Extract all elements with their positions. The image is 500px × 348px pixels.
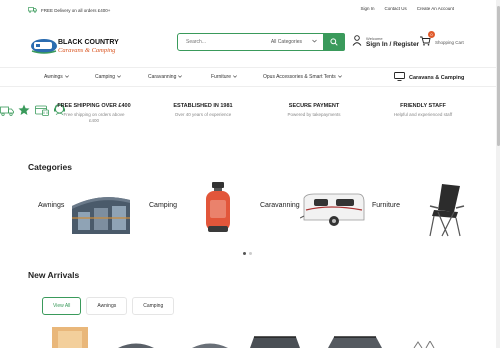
nav-item-label: Camping (95, 74, 116, 80)
feature-title: SECURE PAYMENT (288, 103, 340, 109)
category-label: Caravanning (260, 202, 300, 209)
sign-in-link[interactable]: Sign In (360, 6, 374, 11)
gas-bottle-image (206, 182, 230, 232)
nav-item-camping[interactable]: Camping (95, 74, 121, 80)
truck-icon (0, 103, 18, 120)
account-link[interactable]: Welcome Sign In / Register (352, 33, 419, 51)
chair-image (429, 184, 465, 237)
product-image[interactable] (250, 335, 300, 348)
logo-text-bottom: Caravans & Camping (58, 47, 116, 54)
chevron-down-icon (64, 74, 69, 80)
cart-count-badge: 0 (428, 31, 435, 38)
scrollbar-thumb[interactable] (496, 6, 500, 146)
product-image[interactable] (328, 335, 382, 348)
product-image[interactable] (50, 327, 90, 348)
category-card-furniture[interactable]: Furniture (372, 180, 477, 240)
category-label: Awnings (38, 202, 65, 209)
site-logo[interactable]: BLACK COUNTRY Caravans & Camping (30, 35, 130, 57)
new-arrivals-products (42, 325, 462, 348)
main-nav: Awnings Camping Caravanning Furniture Op… (0, 67, 496, 87)
feature-title: FREE SHIPPING OVER £400 (57, 103, 131, 109)
product-image[interactable] (192, 341, 228, 348)
chevron-down-icon (178, 74, 183, 80)
create-account-link[interactable]: Create An Account (417, 6, 454, 11)
nav-featured-label: Caravans & Camping (409, 74, 465, 81)
category-card-caravanning[interactable]: Caravanning (260, 180, 365, 240)
tab-awnings[interactable]: Awnings (86, 297, 128, 315)
categories-heading: Categories (28, 162, 72, 172)
carousel-pagination (243, 252, 252, 255)
star-icon (18, 103, 34, 120)
search-category-label: All Categories (270, 39, 302, 45)
category-label: Camping (149, 202, 178, 209)
chevron-down-icon (337, 74, 342, 80)
tab-view-all[interactable]: View All (42, 297, 82, 315)
account-sign-in-register: Sign In / Register (366, 41, 420, 48)
search-category-select[interactable]: All Categories (271, 39, 323, 45)
tab-camping[interactable]: Camping (132, 297, 175, 315)
new-arrivals-heading: New Arrivals (28, 270, 80, 280)
chevron-down-icon (117, 74, 121, 80)
carousel-dot-active[interactable] (243, 252, 246, 255)
delivery-text: FREE Delivery on all orders £400+ (41, 7, 111, 13)
feature-established: ESTABLISHED IN 1981 Over 40 years of exp… (164, 103, 242, 118)
category-label: Furniture (372, 202, 401, 209)
logo-text-top: BLACK COUNTRY (58, 39, 119, 46)
cart-label: Shopping Cart (435, 39, 464, 45)
page-scrollbar[interactable] (496, 0, 500, 348)
nav-item-caravanning[interactable]: Caravanning (148, 74, 183, 80)
monitor-icon (394, 72, 405, 83)
truck-icon (28, 6, 37, 14)
feature-secure-payment: SECURE PAYMENT Powered by takepayments (274, 103, 354, 118)
feature-friendly-staff: FRIENDLY STAFF Helpful and experienced s… (380, 103, 466, 118)
product-image[interactable] (118, 341, 154, 348)
feature-description-line2: £400 (88, 118, 99, 123)
category-card-awnings[interactable]: Awnings (28, 180, 133, 240)
features-strip: FREE SHIPPING OVER £400 Free shipping on… (0, 103, 496, 133)
search-button[interactable] (323, 33, 345, 51)
delivery-notice: FREE Delivery on all orders £400+ (28, 6, 111, 14)
feature-description: Over 40 years of experience (174, 112, 232, 117)
chevron-down-icon (233, 74, 237, 80)
nav-item-opus-accessories[interactable]: Opus Accessories & Smart Tents (263, 74, 342, 80)
nav-item-furniture[interactable]: Furniture (211, 74, 237, 80)
nav-item-label: Opus Accessories & Smart Tents (263, 74, 336, 80)
search-icon (330, 33, 338, 51)
nav-featured-caravans-camping[interactable]: Caravans & Camping (394, 72, 464, 83)
user-icon (352, 33, 362, 51)
categories-carousel: Awnings Camping Caravanning Furniture (28, 180, 468, 240)
category-card-camping[interactable]: Camping (144, 180, 249, 240)
new-arrivals-tabs: View All Awnings Camping (42, 297, 175, 315)
awning-image (72, 197, 130, 234)
feature-description: Helpful and experienced staff (393, 112, 453, 117)
nav-item-label: Caravanning (148, 74, 177, 80)
nav-item-awnings[interactable]: Awnings (44, 74, 69, 80)
contact-us-link[interactable]: Contact Us (384, 6, 406, 11)
product-image[interactable] (412, 341, 442, 348)
search-input[interactable] (178, 39, 271, 45)
chevron-down-icon (312, 39, 317, 45)
top-bar: FREE Delivery on all orders £400+ Sign I… (0, 0, 500, 20)
caravan-image (300, 193, 365, 226)
search-bar: All Categories (177, 33, 345, 51)
carousel-dot[interactable] (249, 252, 252, 255)
nav-item-label: Awnings (44, 74, 63, 80)
feature-title: FRIENDLY STAFF (400, 103, 446, 109)
nav-item-label: Furniture (211, 74, 232, 80)
feature-description: Powered by takepayments (287, 112, 341, 117)
feature-title: ESTABLISHED IN 1981 (173, 103, 233, 109)
feature-free-shipping: FREE SHIPPING OVER £400 Free shipping on… (48, 103, 140, 124)
shopping-cart[interactable]: 0 Shopping Cart (419, 31, 464, 51)
